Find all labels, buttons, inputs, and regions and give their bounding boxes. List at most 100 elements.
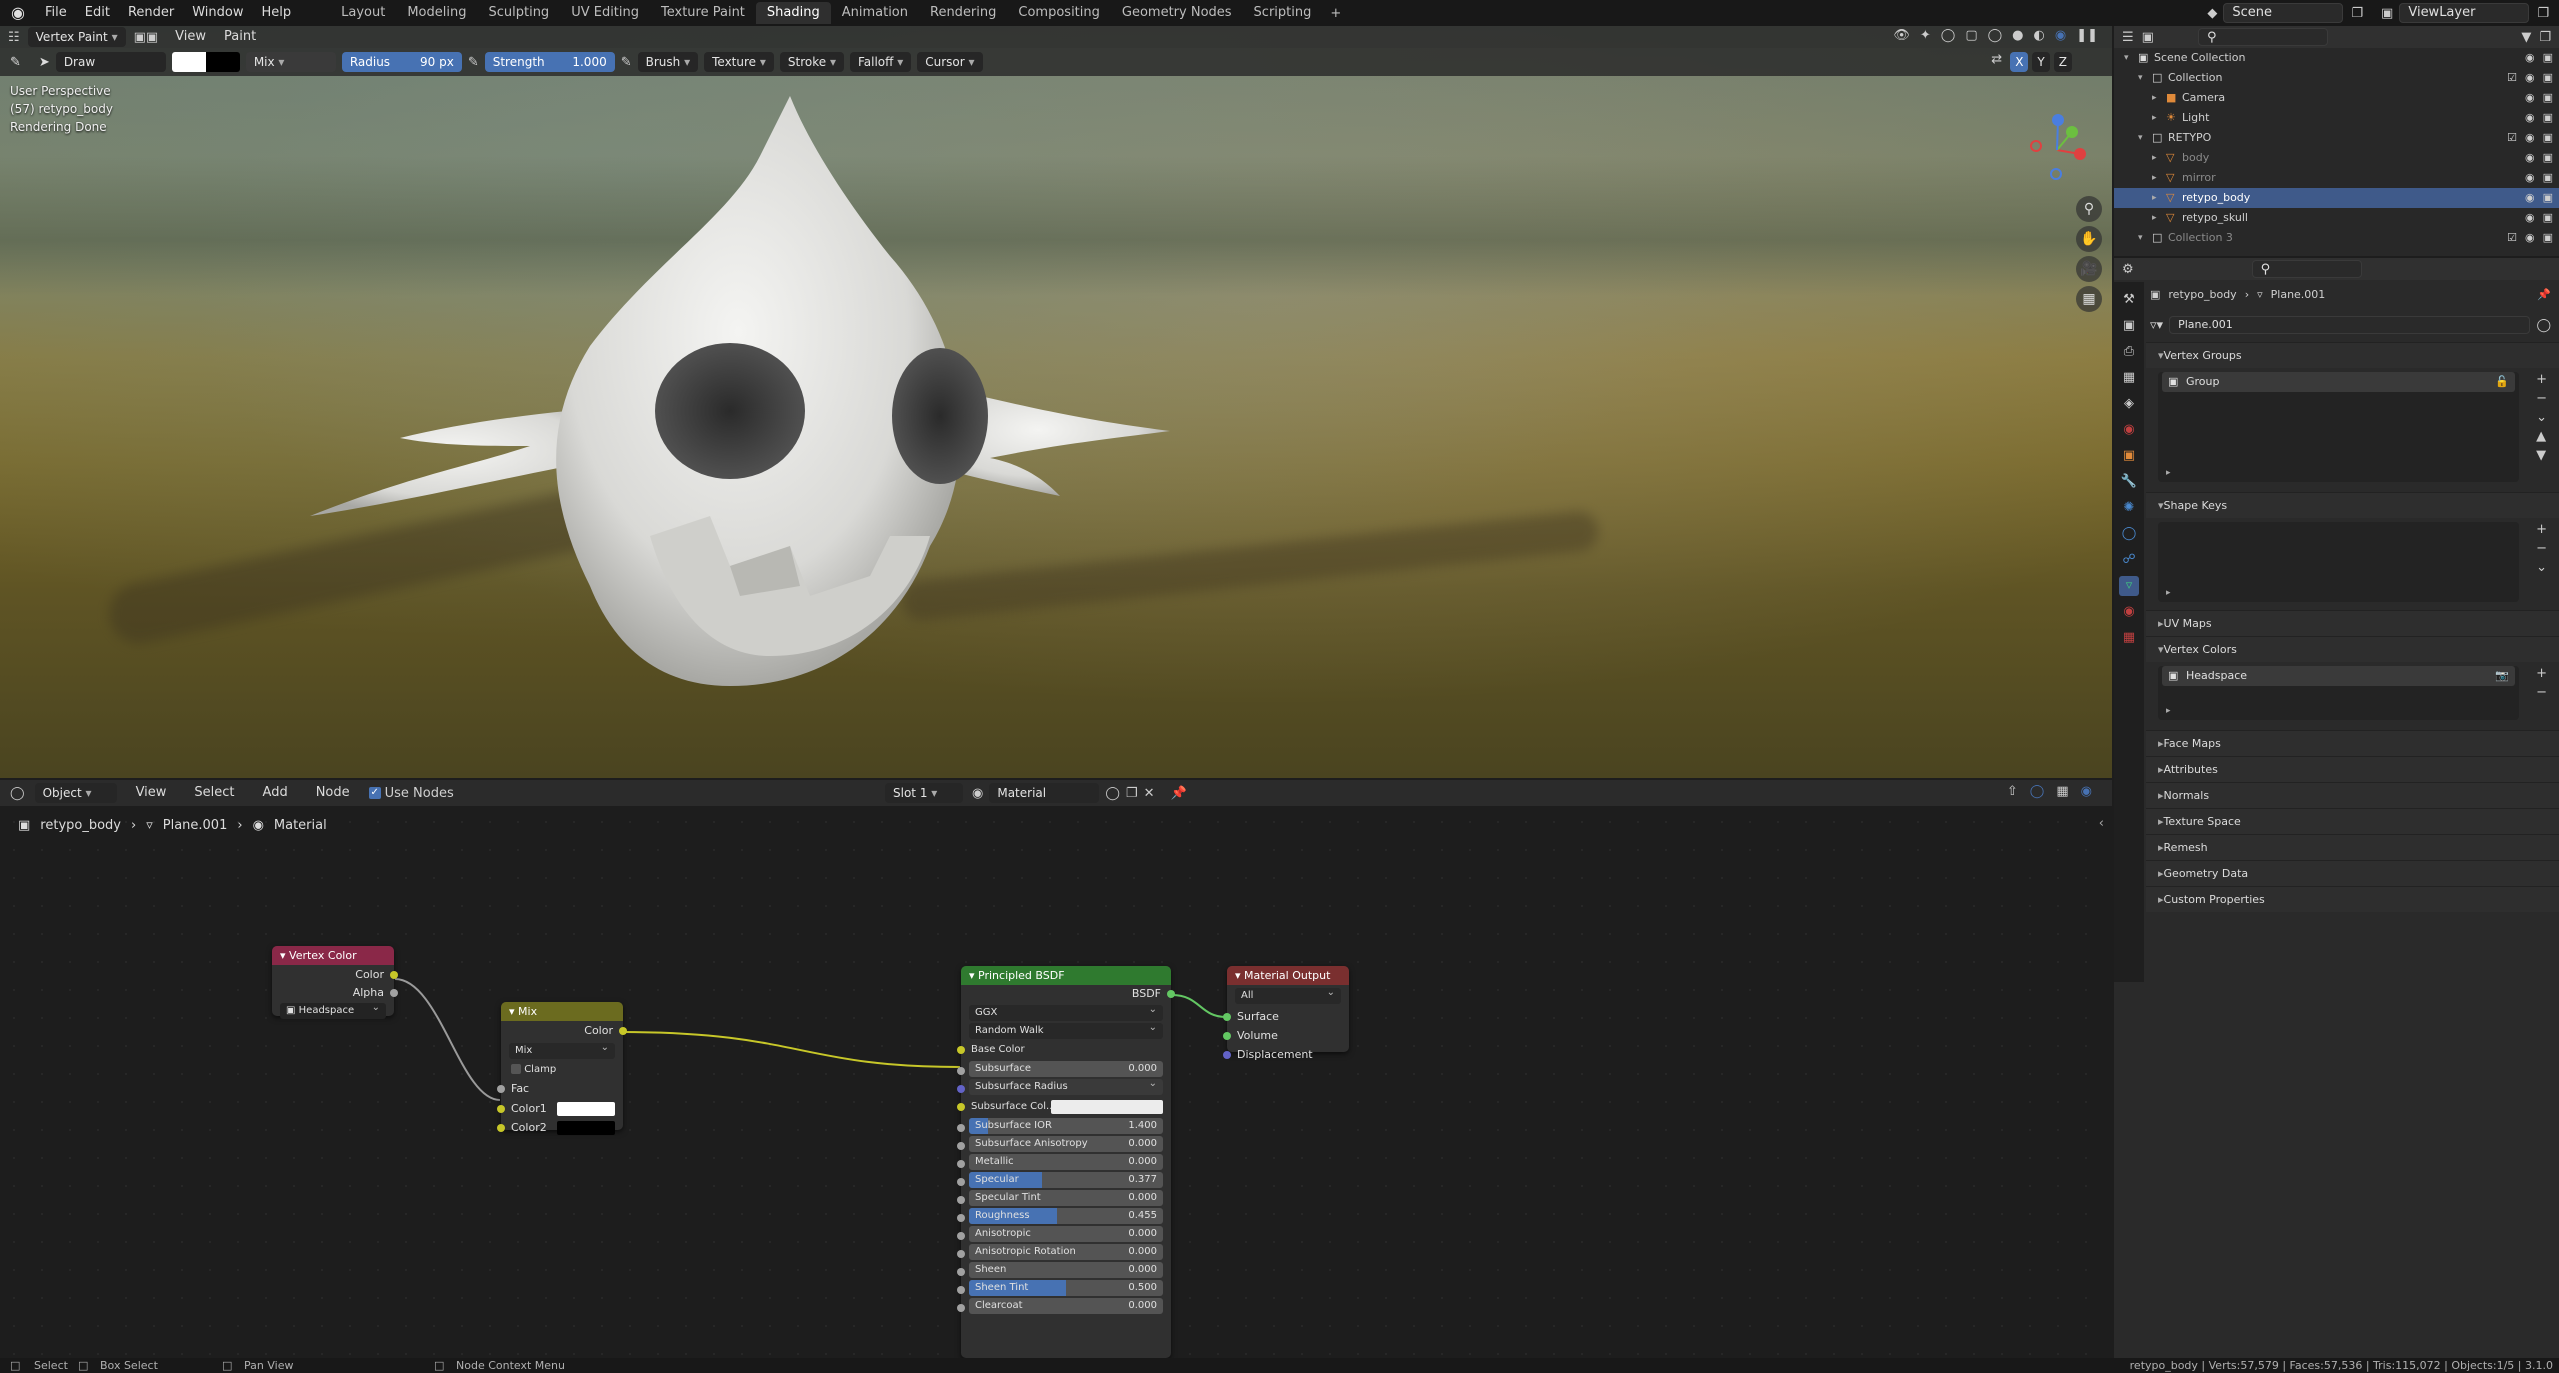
specials-menu-icon[interactable]: ⌄ [2536, 410, 2547, 425]
color2-swatch[interactable] [557, 1121, 615, 1135]
eye-icon[interactable]: ◉ [2525, 228, 2535, 248]
bsdf-input-socket[interactable] [957, 1304, 965, 1312]
volume-socket[interactable] [1223, 1032, 1231, 1040]
subsurface-radius-dropdown[interactable]: Subsurface Radius [969, 1076, 1163, 1095]
add-workspace-icon[interactable]: + [1322, 6, 1349, 21]
world-tab-icon[interactable]: ◉ [2119, 420, 2139, 440]
properties-editor-type-icon[interactable]: ⚙ [2122, 262, 2134, 277]
axis-x-toggle[interactable]: X [2010, 52, 2029, 72]
bsdf-slider[interactable]: Sheen 0.000 [969, 1262, 1163, 1278]
pin-icon[interactable]: 📌 [2537, 288, 2551, 301]
collapsed-panel-header[interactable]: Attributes [2146, 756, 2559, 782]
camera-render-icon[interactable]: ▣ [2543, 228, 2553, 248]
texture-tab-icon[interactable]: ▦ [2119, 628, 2139, 648]
bsdf-slider[interactable]: Roughness 0.455 [969, 1208, 1163, 1224]
sidebar-toggle-arrow-icon[interactable]: ‹ [2099, 816, 2104, 831]
axis-z-toggle[interactable]: Z [2053, 52, 2072, 72]
output-tab-icon[interactable]: ⎙ [2119, 342, 2139, 362]
mesh-data-icon[interactable]: ▿▾ [2150, 318, 2163, 333]
move-up-icon[interactable]: ▲ [2536, 429, 2547, 444]
expand-list-icon[interactable]: ▸ [2166, 706, 2171, 716]
brush-menu[interactable]: Brush [637, 52, 699, 72]
collapsed-panel-header[interactable]: Normals [2146, 782, 2559, 808]
tab-texture-paint[interactable]: Texture Paint [650, 2, 756, 24]
menu-help[interactable]: Help [253, 0, 301, 26]
camera-render-icon[interactable]: ▣ [2543, 128, 2553, 148]
collapsed-panel-header[interactable]: Geometry Data [2146, 860, 2559, 886]
bsdf-slider[interactable]: Subsurface Anisotropy 0.000 [969, 1136, 1163, 1152]
checkbox-icon[interactable]: ☑ [2507, 68, 2517, 88]
outliner-row[interactable]: ▸▽retypo_body☑◉▣ [2114, 188, 2559, 208]
color1-swatch[interactable] [557, 1102, 615, 1116]
shading-material-icon[interactable]: ◐ [2034, 28, 2045, 43]
add-icon[interactable]: + [2536, 372, 2547, 387]
camera-render-icon[interactable]: ▣ [2543, 168, 2553, 188]
bsdf-input-socket[interactable] [957, 1142, 965, 1150]
3d-viewport[interactable]: ☷ Vertex Paint ▣▣ View Paint 👁 ✦ ◯ ▢ ◯ ●… [0, 26, 2112, 778]
gizmo-icon[interactable]: ✦ [1920, 28, 1931, 43]
color-swatches[interactable] [171, 52, 240, 72]
distribution-dropdown[interactable]: GGX [969, 1002, 1163, 1021]
tool-tab-icon[interactable]: ⚒ [2119, 290, 2139, 310]
output-target-dropdown[interactable]: All [1235, 985, 1341, 1004]
remove-icon[interactable]: − [2536, 541, 2547, 556]
viewport-menu-paint[interactable]: Paint [215, 26, 265, 50]
remove-icon[interactable]: − [2536, 391, 2547, 406]
eye-icon[interactable]: ◉ [2525, 68, 2535, 88]
expand-list-icon[interactable]: ▸ [2166, 468, 2171, 478]
bsdf-node-header[interactable]: ▾ Principled BSDF [961, 966, 1171, 985]
bsdf-input-socket[interactable] [957, 1250, 965, 1258]
new-collection-icon[interactable]: ❐ [2539, 30, 2551, 45]
outliner-row[interactable]: ▸▽mirror☑◉▣ [2114, 168, 2559, 188]
eye-icon[interactable]: ◉ [2525, 108, 2535, 128]
bsdf-slider[interactable]: Specular 0.377 [969, 1172, 1163, 1188]
checkbox-icon[interactable]: ☑ [2507, 228, 2517, 248]
properties-search-input[interactable]: ⚲ [2251, 260, 2362, 278]
vertex-color-node[interactable]: ▾ Vertex Color Color Alpha ▣ Headspace [272, 946, 398, 1019]
outliner-row[interactable]: ▸▽retypo_skull☑◉▣ [2114, 208, 2559, 228]
radius-slider[interactable]: Radius 90 px [341, 52, 462, 72]
bsdf-input-socket[interactable] [957, 1178, 965, 1186]
camera-view-icon[interactable]: 🎥 [2076, 256, 2102, 282]
shader-node-editor[interactable]: ◯ Object View Select Add Node ✓ Use Node… [0, 780, 2112, 1358]
add-icon[interactable]: + [2536, 666, 2547, 681]
eye-icon[interactable]: ◉ [2525, 48, 2535, 68]
subsurface-color-socket[interactable] [957, 1103, 965, 1111]
pressure-strength-icon[interactable]: ✎ [621, 55, 632, 70]
outliner-row[interactable]: ▾ □ Collection ☑ ◉ ▣ [2114, 68, 2559, 88]
fac-input-socket[interactable] [497, 1085, 505, 1093]
new-scene-icon[interactable]: ❐ [2351, 6, 2363, 21]
viewport-menu-view[interactable]: View [166, 26, 215, 50]
axis-y-toggle[interactable]: Y [2032, 52, 2050, 72]
expand-arrow-icon[interactable]: ▾ [2138, 228, 2152, 248]
cursor-menu[interactable]: Cursor [917, 52, 983, 72]
menu-file[interactable]: File [36, 0, 76, 26]
ghost-skull-model[interactable] [290, 66, 1190, 706]
lock-icon[interactable]: 🔓 [2495, 372, 2509, 392]
vertex-color-node-header[interactable]: ▾ Vertex Color [272, 946, 394, 965]
collapsed-panel-header[interactable]: Face Maps [2146, 730, 2559, 756]
subsurface-color-swatch[interactable] [1051, 1100, 1163, 1114]
pause-icon[interactable]: ❚❚ [2076, 28, 2098, 43]
filter-icon[interactable]: ▼ [2521, 30, 2531, 45]
overlay-icon[interactable]: ◯ [1941, 28, 1956, 43]
color-output-socket[interactable] [390, 971, 398, 979]
eye-icon[interactable]: ◉ [2525, 128, 2535, 148]
expand-arrow-icon[interactable]: ▸ [2152, 188, 2166, 208]
remove-icon[interactable]: − [2536, 685, 2547, 700]
eye-icon[interactable]: ◉ [2525, 88, 2535, 108]
display-mode-icon[interactable]: ▣ [2142, 30, 2154, 45]
shading-wireframe-icon[interactable]: ◯ [1988, 28, 2003, 43]
bsdf-slider[interactable]: Specular Tint 0.000 [969, 1190, 1163, 1206]
paint-mask-icon[interactable]: ▣▣ [134, 30, 159, 45]
shape-keys-panel-header[interactable]: Shape Keys [2146, 492, 2559, 518]
brush-preview-icon[interactable]: ➤ [39, 55, 50, 70]
mesh-name-field[interactable]: Plane.001 [2169, 316, 2531, 334]
collapsed-panel-header[interactable]: Remesh [2146, 834, 2559, 860]
bsdf-input-socket[interactable] [957, 1214, 965, 1222]
brush-name-field[interactable]: Draw [55, 52, 166, 72]
visibility-icon[interactable]: 👁 [1893, 28, 1910, 43]
camera-render-icon[interactable]: ▣ [2543, 68, 2553, 88]
surface-socket[interactable] [1223, 1013, 1231, 1021]
subsurface-method-dropdown[interactable]: Random Walk [969, 1020, 1163, 1039]
